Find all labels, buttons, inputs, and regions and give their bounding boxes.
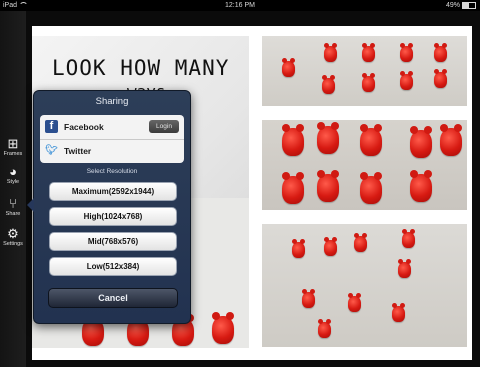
photo-top-right[interactable]	[262, 36, 467, 106]
battery-percent: 49%	[445, 2, 460, 9]
gummy-bear	[354, 233, 367, 252]
gummy-bear	[317, 170, 339, 202]
status-time: 12:16 PM	[225, 2, 255, 9]
toolbar-settings-label: Settings	[3, 241, 23, 247]
gummy-bear	[362, 43, 375, 62]
gummy-bear	[360, 172, 382, 204]
resolution-high-button[interactable]: High(1024x768)	[49, 207, 177, 226]
screen: iPad 12:16 PM 49% ⊞ Frames ◕ Style ⑂ Sha…	[0, 0, 480, 367]
facebook-row[interactable]: f Facebook Login	[40, 115, 184, 140]
palette-icon: ◕	[9, 164, 17, 179]
toolbar-share[interactable]: ⑂ Share	[0, 197, 26, 218]
battery-icon	[462, 1, 476, 9]
side-toolbar: ⊞ Frames ◕ Style ⑂ Share ⚙ Settings	[0, 11, 26, 367]
gummy-bear	[324, 237, 337, 256]
gummy-bear	[402, 229, 415, 248]
gummy-bear	[360, 124, 382, 156]
sign-text-line1: LOOK HOW MANY	[52, 56, 230, 80]
gummy-bear	[348, 293, 361, 312]
status-bar: iPad 12:16 PM 49%	[0, 0, 480, 11]
popover-arrow	[27, 198, 34, 212]
toolbar-frames-label: Frames	[3, 151, 23, 157]
popover-title: Sharing	[95, 96, 129, 107]
photo-bottom-right[interactable]	[262, 224, 467, 347]
gummy-bear	[362, 73, 375, 92]
gummy-bear	[410, 170, 432, 202]
gummy-bear	[318, 319, 331, 338]
facebook-label: Facebook	[64, 122, 104, 132]
gummy-bear	[282, 124, 304, 156]
facebook-login-button[interactable]: Login	[149, 120, 179, 133]
sharing-popover: Sharing f Facebook Login 🐦︎ Twitter Sele…	[27, 90, 191, 324]
gummy-bear	[324, 43, 337, 62]
twitter-row[interactable]: 🐦︎ Twitter	[40, 139, 184, 163]
gummy-bear	[398, 259, 411, 278]
toolbar-style[interactable]: ◕ Style	[0, 165, 26, 186]
twitter-label: Twitter	[64, 146, 92, 156]
gummy-bear	[212, 312, 234, 344]
facebook-icon: f	[45, 120, 58, 133]
gummy-bear	[434, 69, 447, 88]
gummy-bear	[282, 172, 304, 204]
photo-middle-right[interactable]	[262, 120, 467, 210]
gummy-bear	[322, 75, 335, 94]
gummy-bear	[434, 43, 447, 62]
select-resolution-label: Select Resolution	[86, 168, 138, 175]
gummy-bear	[400, 71, 413, 90]
toolbar-frames[interactable]: ⊞ Frames	[0, 137, 26, 158]
gummy-bear	[392, 303, 405, 322]
status-battery: 49%	[446, 0, 476, 11]
gummy-bear	[282, 58, 295, 77]
gummy-bear	[410, 126, 432, 158]
toolbar-share-label: Share	[5, 211, 21, 217]
share-icon: ⑂	[9, 196, 17, 211]
resolution-mid-button[interactable]: Mid(768x576)	[49, 232, 177, 251]
frames-icon: ⊞	[7, 136, 19, 151]
gear-icon: ⚙	[7, 226, 19, 241]
toolbar-settings[interactable]: ⚙ Settings	[0, 227, 26, 248]
gummy-bear	[317, 122, 339, 154]
gummy-bear	[440, 124, 462, 156]
resolution-low-button[interactable]: Low(512x384)	[49, 257, 177, 276]
social-accounts-list: f Facebook Login 🐦︎ Twitter	[40, 115, 184, 163]
twitter-icon: 🐦︎	[45, 145, 58, 156]
gummy-bear	[292, 239, 305, 258]
resolution-maximum-button[interactable]: Maximum(2592x1944)	[49, 182, 177, 201]
gummy-bear	[302, 289, 315, 308]
gummy-bear	[400, 43, 413, 62]
toolbar-style-label: Style	[6, 179, 20, 185]
cancel-button[interactable]: Cancel	[48, 288, 178, 308]
